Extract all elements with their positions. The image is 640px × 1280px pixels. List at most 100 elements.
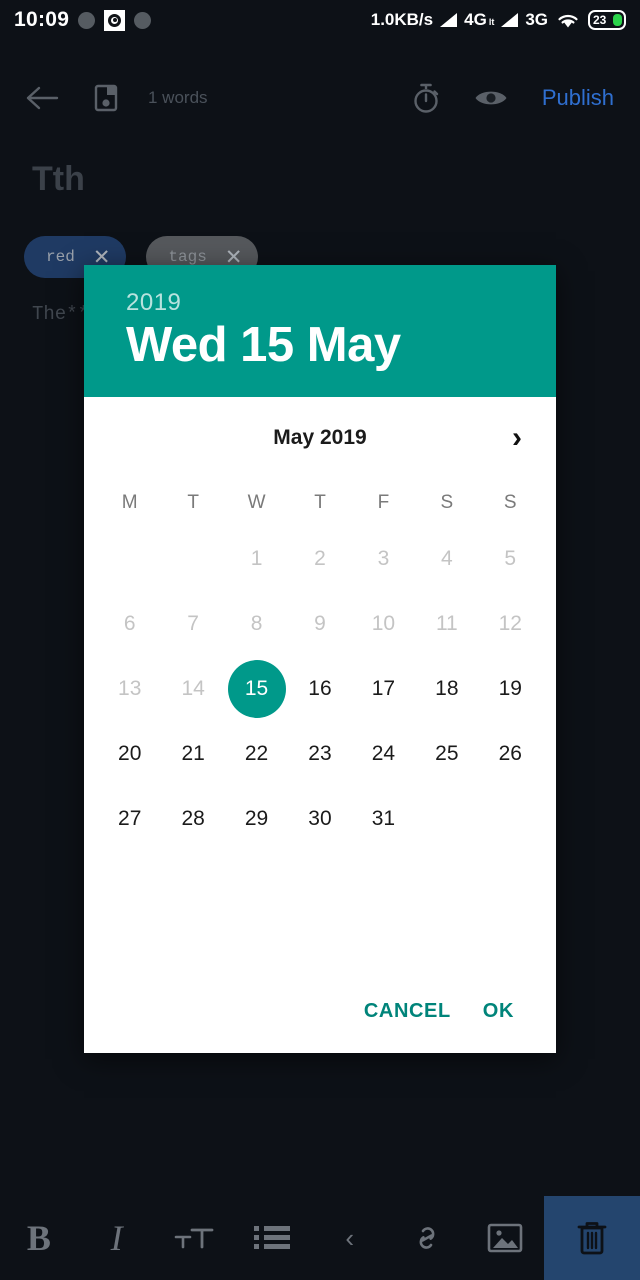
calendar-day-label: 20 [118,742,142,766]
publish-button[interactable]: Publish [542,85,614,111]
calendar-day-label: 19 [498,677,522,701]
calendar-day-cell[interactable]: 29 [225,787,288,852]
calendar-day-label: 18 [435,677,459,701]
calendar-day-label: 29 [244,807,269,831]
calendar-cell-empty [161,527,224,592]
calendar-day-label: 4 [441,547,453,571]
calendar-day-label: 5 [504,547,517,571]
calendar-day-cell[interactable]: 25 [415,722,478,787]
ok-button[interactable]: OK [483,1000,514,1023]
image-button[interactable] [466,1196,544,1280]
calendar-day-cell: 11 [415,592,478,657]
calendar-day-label: 17 [371,677,396,701]
calendar-day-cell: 3 [352,527,415,592]
scroll-left-button[interactable]: ‹ [311,1196,389,1280]
calendar-day-cell[interactable]: 24 [352,722,415,787]
weekday-label: T [314,491,326,513]
calendar-day-cell[interactable]: 19 [479,657,542,722]
calendar-week-row: 6 7 8 9 10 11 12 [98,592,542,657]
calendar-day-cell: 1 [225,527,288,592]
calendar-day-cell: 5 [479,527,542,592]
status-bar: 10:09 1.0KB/s 4G lt 3G 23 [0,0,640,40]
dialog-actions: CANCEL OK [84,1000,556,1053]
text-size-icon [174,1228,214,1249]
eye-icon[interactable] [474,87,508,109]
weekday-label: T [187,491,199,513]
calendar-day-cell[interactable]: 15 [225,657,288,722]
calendar-day-cell: 4 [415,527,478,592]
calendar-day-cell[interactable]: 28 [161,787,224,852]
calendar-day-cell[interactable]: 30 [288,787,351,852]
weekday-label: S [503,491,517,513]
calendar-day-cell[interactable]: 23 [288,722,351,787]
calendar-day-label: 2 [314,547,326,571]
date-picker-header: 2019 Wed 15 May [84,265,556,397]
calendar-day-label: 9 [314,612,326,636]
calendar-day-cell[interactable]: 20 [98,722,161,787]
calendar-day-cell[interactable]: 22 [225,722,288,787]
calendar-day-label: 6 [123,612,136,636]
sim2-network-label: 3G [525,10,548,29]
sim1-label: 4G [464,10,487,29]
selected-date-label[interactable]: Wed 15 May [126,317,514,375]
calendar-day-label: 15 [227,660,286,719]
calendar-day-cell[interactable]: 16 [288,657,351,722]
calendar-day-label: 23 [308,742,332,766]
cancel-button[interactable]: CANCEL [364,1000,451,1023]
calendar-day-cell: 12 [479,592,542,657]
word-count-label: 1 words [148,88,208,107]
current-month-label: May 2019 [273,425,367,449]
calendar-day-cell: 7 [161,592,224,657]
link-icon [420,1227,435,1249]
calendar-cell-empty [479,787,542,852]
calendar-day-label: 11 [435,612,458,636]
app-toolbar: 1 words Publish [0,62,640,134]
calendar-day-cell[interactable]: 27 [98,787,161,852]
month-navigation: May 2019 › [84,397,556,479]
stopwatch-icon[interactable] [412,82,440,114]
save-icon[interactable] [94,84,118,112]
calendar-day-cell: 9 [288,592,351,657]
bullet-list-button[interactable] [233,1196,311,1280]
calendar-day-cell[interactable]: 17 [352,657,415,722]
calendar-day-cell[interactable]: 18 [415,657,478,722]
phone-screen: 10:09 1.0KB/s 4G lt 3G 23 1 words Publis… [0,0,640,1280]
text-size-button[interactable] [155,1196,233,1280]
italic-button[interactable]: I [78,1196,156,1280]
date-picker-dialog: 2019 Wed 15 May May 2019 › M T W T F S S… [84,265,556,1053]
calendar-day-label: 26 [498,742,522,766]
page-title[interactable]: Tth [32,160,85,199]
status-bar-right: 1.0KB/s 4G lt 3G 23 [371,10,626,30]
link-button[interactable] [389,1196,467,1280]
calendar-day-cell[interactable]: 26 [479,722,542,787]
wifi-icon [558,15,578,28]
battery-fill [613,14,622,26]
image-icon [487,1223,523,1253]
battery-icon: 23 [588,10,626,30]
signal-bars-icon [501,13,519,27]
calendar-day-label: 3 [377,547,390,571]
signal-bars-icon [440,13,458,27]
calendar-week-row: 13 14 15 16 17 18 19 [98,657,542,722]
calendar-day-cell[interactable]: 21 [161,722,224,787]
status-clock: 10:09 [14,8,70,31]
calendar-day-cell: 13 [98,657,161,722]
network-speed-label: 1.0KB/s [370,10,434,29]
calendar-day-cell[interactable]: 31 [352,787,415,852]
calendar-grid: M T W T F S S 1 2 3 4 5 6 7 8 9 10 11 12 13 14 15 16 17 1… [84,479,556,852]
calendar-day-label: 24 [371,742,396,766]
weekday-label: F [377,491,390,513]
calendar-day-label: 14 [181,677,205,701]
battery-level-label: 23 [593,13,607,27]
calendar-day-label: 13 [118,677,142,701]
delete-button[interactable] [544,1196,640,1280]
back-arrow-icon[interactable] [26,85,60,111]
calendar-day-label: 16 [308,677,332,701]
bold-button[interactable]: B [0,1196,78,1280]
selected-year-label[interactable]: 2019 [126,289,514,317]
calendar-week-row: 1 2 3 4 5 [98,527,542,592]
chevron-right-icon[interactable]: › [512,422,522,453]
sim1-sub: lt [488,17,495,27]
calendar-day-cell: 6 [98,592,161,657]
weekday-label: S [440,491,454,513]
